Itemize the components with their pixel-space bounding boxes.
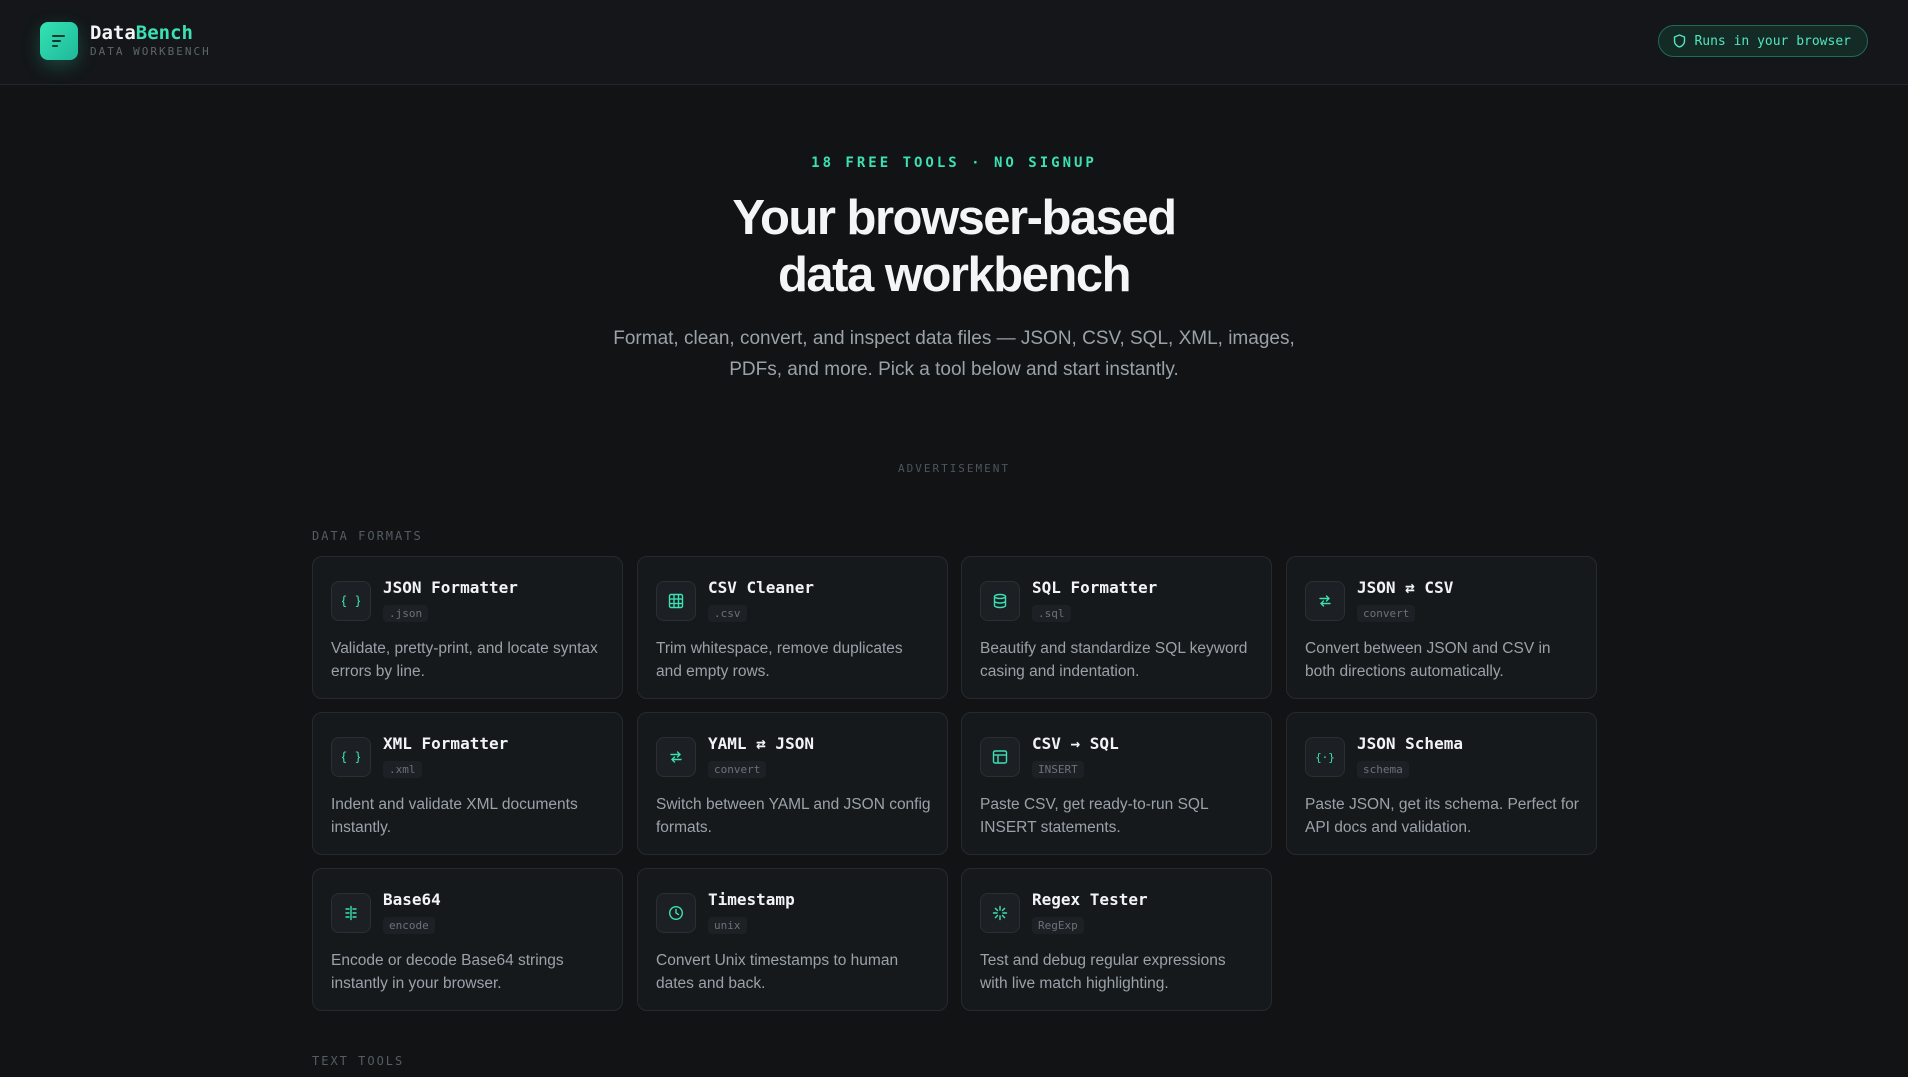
tool-card-csv-sql[interactable]: CSV → SQL INSERT Paste CSV, get ready-to… <box>961 712 1272 855</box>
tool-tag: encode <box>383 917 435 934</box>
tool-description: Paste CSV, get ready-to-run SQL INSERT s… <box>980 796 1209 836</box>
tool-card-yaml-json[interactable]: YAML ⇄ JSON convert Switch between YAML … <box>637 712 948 855</box>
tool-description: Beautify and standardize SQL keyword cas… <box>980 640 1248 680</box>
swap-icon <box>1305 581 1345 621</box>
database-icon <box>980 581 1020 621</box>
tool-tag: INSERT <box>1032 761 1084 778</box>
svg-text:{ }: { } <box>342 594 360 608</box>
tool-title: Timestamp <box>708 890 795 909</box>
logo-name: DataBench <box>90 22 193 44</box>
grid-icon <box>656 581 696 621</box>
advertisement-label: ADVERTISEMENT <box>897 462 1011 475</box>
tool-card-json-formatter[interactable]: { } JSON Formatter .json Validate, prett… <box>312 556 623 699</box>
tool-description: Switch between YAML and JSON config form… <box>656 796 931 836</box>
swap-icon <box>656 737 696 777</box>
tool-description: Encode or decode Base64 strings instantl… <box>331 952 564 992</box>
tool-title: JSON Schema <box>1357 734 1463 753</box>
tool-tag: convert <box>1357 605 1416 622</box>
section-label-data-formats: DATA FORMATS <box>312 529 423 543</box>
sparkle-icon <box>980 893 1020 933</box>
tool-description: Test and debug regular expressions with … <box>980 952 1226 992</box>
tool-card-timestamp[interactable]: Timestamp unix Convert Unix timestamps t… <box>637 868 948 1011</box>
tool-card-json-csv[interactable]: JSON ⇄ CSV convert Convert between JSON … <box>1286 556 1597 699</box>
tool-title: CSV Cleaner <box>708 578 814 597</box>
tool-tag: .csv <box>708 605 747 622</box>
tool-tag: convert <box>708 761 767 778</box>
tool-card-sql-formatter[interactable]: SQL Formatter .sql Beautify and standard… <box>961 556 1272 699</box>
tool-tag: unix <box>708 917 747 934</box>
tool-tag: RegExp <box>1032 917 1084 934</box>
svg-text:{ }: { } <box>342 750 360 764</box>
top-header: DataBench DATA WORKBENCH Runs in your br… <box>0 0 1908 85</box>
logo-icon <box>40 22 78 60</box>
section-label-text-tools: TEXT TOOLS <box>312 1054 405 1068</box>
hero-eyebrow: 18 FREE TOOLS · NO SIGNUP <box>811 155 1097 171</box>
tool-description: Trim whitespace, remove duplicates and e… <box>656 640 903 680</box>
tool-card-regex-tester[interactable]: Regex Tester RegExp Test and debug regul… <box>961 868 1272 1011</box>
binary-icon <box>331 893 371 933</box>
tool-title: JSON ⇄ CSV <box>1357 578 1454 597</box>
tool-title: YAML ⇄ JSON <box>708 734 814 753</box>
schema-icon: {·} <box>1305 737 1345 777</box>
tool-card-json-schema[interactable]: {·} JSON Schema schema Paste JSON, get i… <box>1286 712 1597 855</box>
braces-icon: { } <box>331 737 371 777</box>
tool-card-base64[interactable]: Base64 encode Encode or decode Base64 st… <box>312 868 623 1011</box>
tool-card-xml-formatter[interactable]: { } XML Formatter .xml Indent and valida… <box>312 712 623 855</box>
tool-description: Indent and validate XML documents instan… <box>331 796 578 836</box>
tool-card-csv-cleaner[interactable]: CSV Cleaner .csv Trim whitespace, remove… <box>637 556 948 699</box>
hero-subtitle: Format, clean, convert, and inspect data… <box>613 328 1295 380</box>
braces-icon: { } <box>331 581 371 621</box>
tool-tag: .json <box>383 605 429 622</box>
tool-description: Validate, pretty-print, and locate synta… <box>331 640 598 680</box>
table-icon <box>980 737 1020 777</box>
logo[interactable]: DataBench DATA WORKBENCH <box>40 22 211 60</box>
tool-description: Paste JSON, get its schema. Perfect for … <box>1305 796 1579 836</box>
tool-title: JSON Formatter <box>383 578 518 597</box>
tool-title: Regex Tester <box>1032 890 1148 909</box>
clock-icon <box>656 893 696 933</box>
runs-in-browser-badge: Runs in your browser <box>1658 25 1868 57</box>
tool-tag: .xml <box>383 761 422 778</box>
page-title: Your browser-based data workbench <box>732 191 1177 302</box>
svg-text:{·}: {·} <box>1316 751 1334 764</box>
tool-tag: .sql <box>1032 605 1071 622</box>
tool-title: Base64 <box>383 890 441 909</box>
tool-tag: schema <box>1357 761 1409 778</box>
tool-description: Convert between JSON and CSV in both dir… <box>1305 640 1551 680</box>
tool-title: CSV → SQL <box>1032 734 1119 753</box>
tool-description: Convert Unix timestamps to human dates a… <box>656 952 899 992</box>
badge-label: Runs in your browser <box>1694 33 1851 49</box>
shield-icon <box>1674 34 1686 48</box>
tool-title: XML Formatter <box>383 734 509 753</box>
tool-title: SQL Formatter <box>1032 578 1158 597</box>
logo-subtitle: DATA WORKBENCH <box>90 45 211 58</box>
